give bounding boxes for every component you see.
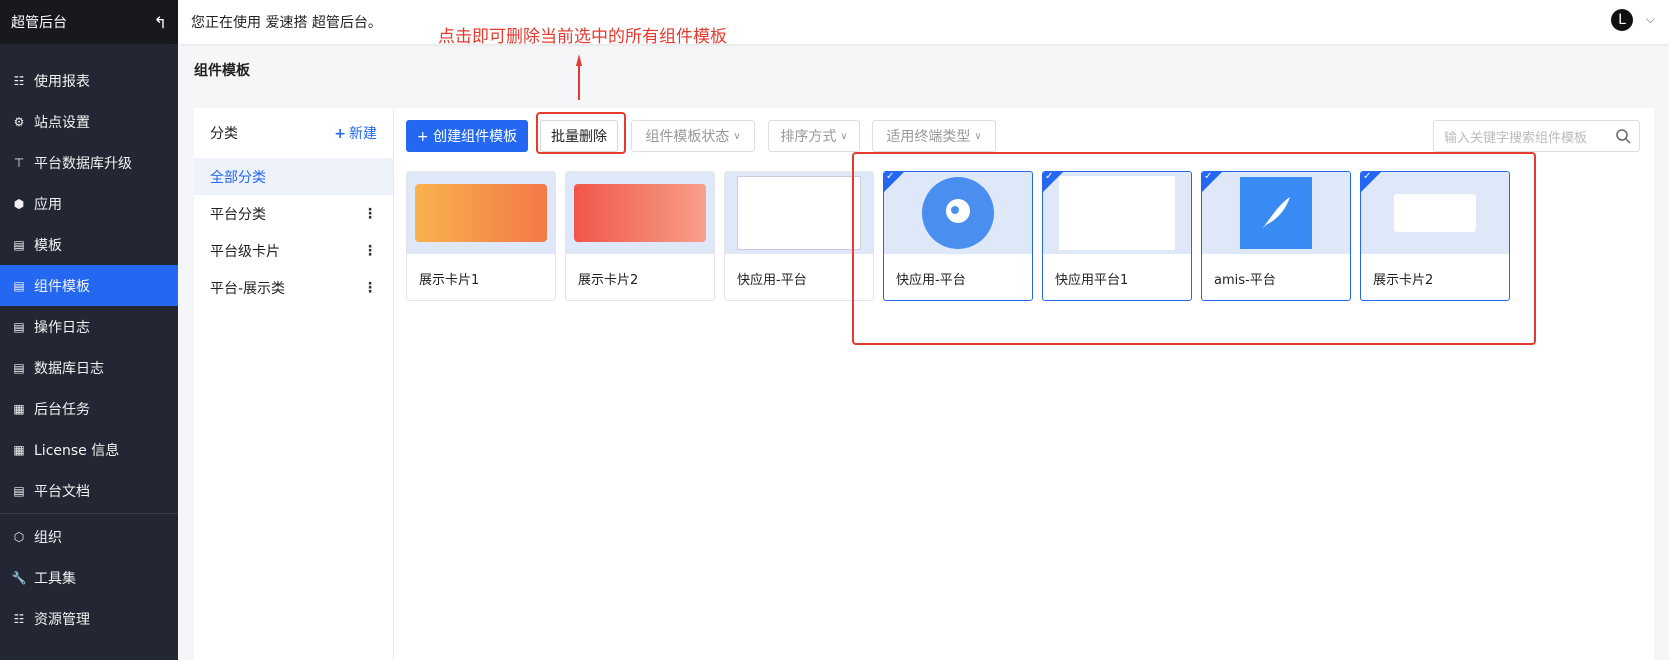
org-icon: ⬡ [13, 529, 25, 544]
license-icon: ▦ [13, 442, 25, 457]
annotation-text: 点击即可删除当前选中的所有组件模板 [438, 27, 727, 47]
card-thumbnail [407, 172, 555, 254]
user-avatar[interactable]: L [1611, 9, 1633, 31]
category-item-all[interactable]: 全部分类 [194, 158, 393, 195]
category-title: 分类 [210, 126, 238, 142]
task-icon: ▦ [13, 401, 25, 416]
category-header: 分类 + 新建 [194, 108, 393, 158]
sidebar-item-site-settings[interactable]: ⚙ 站点设置 [0, 101, 178, 142]
more-vertical-icon[interactable]: ⋮ [363, 206, 377, 222]
sidebar-item-background-tasks[interactable]: ▦ 后台任务 [0, 388, 178, 429]
chevron-down-icon: ∨ [840, 130, 848, 142]
sidebar-nav: ☷ 使用报表 ⚙ 站点设置 ⊤ 平台数据库升级 ⬢ 应用 ▤ 模板 ▤ 组件模板 ▤ 操作日志… [0, 44, 178, 639]
annotation-arrow [576, 54, 582, 100]
sidebar-item-platform-docs[interactable]: ▤ 平台文档 [0, 470, 178, 511]
sidebar-item-component-templates[interactable]: ▤ 组件模板 [0, 265, 178, 306]
card-thumbnail [725, 172, 873, 254]
category-panel: 分类 + 新建 全部分类 平台分类 ⋮ 平台级卡片 ⋮ 平台-展示类 ⋮ [194, 108, 394, 660]
selected-cards-highlight [852, 152, 1536, 345]
template-card[interactable]: 展示卡片1 [406, 171, 556, 301]
log-icon: ▤ [13, 360, 25, 375]
top-bar: 您正在使用 爱速搭 超管后台。 L ⌵ [178, 0, 1669, 44]
template-icon: ▤ [13, 237, 25, 252]
plus-icon: + [334, 126, 346, 142]
sidebar-item-templates[interactable]: ▤ 模板 [0, 224, 178, 265]
template-card[interactable]: 展示卡片2 [565, 171, 715, 301]
gear-icon: ⚙ [13, 114, 25, 129]
grid-icon: ☷ [13, 73, 25, 88]
category-item[interactable]: 平台-展示类 ⋮ [194, 269, 393, 306]
template-icon: ▤ [13, 278, 25, 293]
sidebar-item-db-upgrade[interactable]: ⊤ 平台数据库升级 [0, 142, 178, 183]
sidebar-item-apps[interactable]: ⬢ 应用 [0, 183, 178, 224]
chevron-down-icon: ∨ [974, 130, 982, 142]
card-label: 展示卡片2 [578, 272, 639, 288]
brand-title: 超管后台 [11, 15, 67, 31]
create-template-button[interactable]: + 创建组件模板 [406, 120, 528, 152]
sidebar-item-organization[interactable]: ⬡ 组织 [0, 516, 178, 557]
sidebar-item-license[interactable]: ▦ License 信息 [0, 429, 178, 470]
chevron-down-icon[interactable]: ⌵ [1646, 12, 1655, 27]
sidebar-item-toolset[interactable]: 🔧 工具集 [0, 557, 178, 598]
card-label: 展示卡片1 [419, 272, 480, 288]
batch-delete-highlight [536, 112, 626, 154]
sidebar-item-usage-report[interactable]: ☷ 使用报表 [0, 60, 178, 101]
grid-icon: ☷ [13, 611, 25, 626]
card-label: 快应用-平台 [737, 272, 807, 288]
category-item[interactable]: 平台级卡片 ⋮ [194, 232, 393, 269]
doc-icon: ▤ [13, 483, 25, 498]
sidebar-item-operation-log[interactable]: ▤ 操作日志 [0, 306, 178, 347]
log-icon: ▤ [13, 319, 25, 334]
card-thumbnail [566, 172, 714, 254]
search-icon[interactable] [1615, 128, 1631, 144]
search-input[interactable]: 输入关键字搜索组件模板 [1433, 120, 1640, 152]
sidebar-item-resource-management[interactable]: ☷ 资源管理 [0, 598, 178, 639]
sidebar-item-db-log[interactable]: ▤ 数据库日志 [0, 347, 178, 388]
wrench-icon: 🔧 [11, 570, 27, 585]
search-placeholder: 输入关键字搜索组件模板 [1444, 130, 1588, 146]
more-vertical-icon[interactable]: ⋮ [363, 243, 377, 259]
chevron-down-icon: ∨ [733, 130, 741, 142]
card-preview-image [574, 184, 706, 242]
terminal-type-select[interactable]: 适用终端类型 ∨ [872, 120, 996, 152]
category-item[interactable]: 平台分类 ⋮ [194, 195, 393, 232]
upload-icon: ⊤ [13, 155, 25, 170]
welcome-text: 您正在使用 爱速搭 超管后台。 [191, 15, 382, 31]
cube-icon: ⬢ [13, 196, 25, 211]
sidebar: 超管后台 ↰ ☷ 使用报表 ⚙ 站点设置 ⊤ 平台数据库升级 ⬢ 应用 ▤ 模板 ▤ 组件模… [0, 0, 178, 660]
collapse-back-icon[interactable]: ↰ [154, 13, 167, 32]
card-preview-image [737, 176, 861, 250]
card-preview-image [415, 184, 547, 242]
new-category-button[interactable]: + 新建 [334, 123, 377, 143]
sort-select[interactable]: 排序方式 ∨ [768, 120, 860, 152]
brand-bar: 超管后台 ↰ [0, 0, 178, 44]
status-filter-select[interactable]: 组件模板状态 ∨ [631, 120, 755, 152]
more-vertical-icon[interactable]: ⋮ [363, 280, 377, 296]
page-title: 组件模板 [194, 63, 250, 79]
sidebar-divider [0, 513, 178, 514]
